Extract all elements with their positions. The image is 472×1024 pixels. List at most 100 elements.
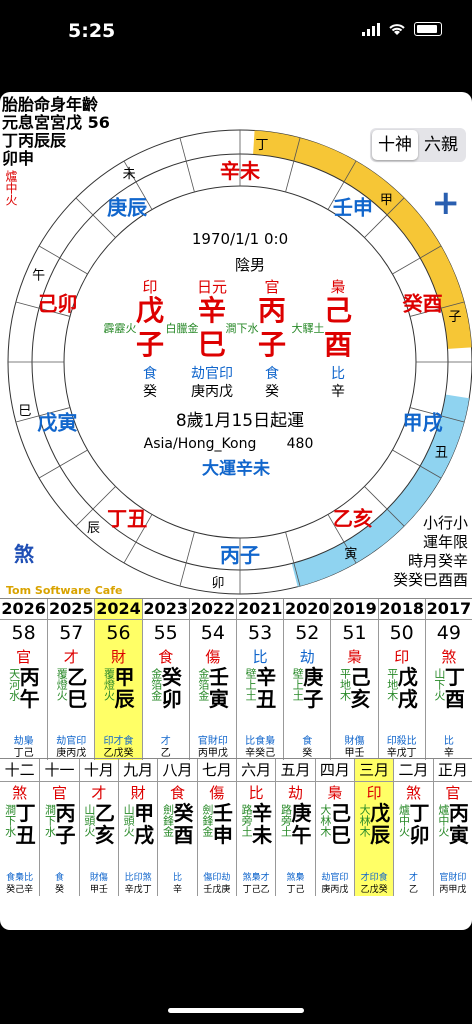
outer-ring-label: 丁 [255,138,268,153]
liunian-column[interactable]: 2023 55 食金箔金癸卯才乙 [141,599,189,760]
year-pillar: 平地木己亥 [331,666,377,736]
mode-segmented-control[interactable]: 十神 六親 [370,128,466,162]
dayun-ring-label: 丁丑 [107,506,147,530]
month-god: 食 [169,784,185,802]
year-god: 財 [110,648,126,666]
year-branch: 亥 [350,687,371,711]
year-pillar: 壁上土庚子 [284,666,330,736]
pillar-hidden-gods: 劫官印 [191,366,233,382]
age-label: 56 [106,622,131,644]
year-hidden-gods: 印才食 [103,736,134,747]
year-hidden-gods: 食 [302,736,313,747]
year-branch: 戌 [397,687,418,711]
month-god: 官 [445,784,461,802]
month-branch: 未 [252,823,273,847]
liuyue-column[interactable]: 正月官爐中火丙寅官財印 丙甲戊 [432,759,472,896]
liunian-column[interactable]: 2020 52 劫壁上土庚子食癸 [283,599,331,760]
age-label: 58 [11,622,36,644]
month-pillar: 路旁土辛未 [237,802,275,872]
month-label: 四月 [315,759,354,782]
year-branch: 寅 [208,687,229,711]
month-god: 官 [51,784,67,802]
liuyue-column[interactable]: 五月劫路旁土庚午煞梟 丁己 [275,759,315,896]
month-god: 劫 [287,784,303,802]
month-branch: 辰 [370,823,391,847]
month-branch: 巳 [330,823,351,847]
dayun-ring-label: 甲戌 [403,410,443,434]
liuyue-column[interactable]: 七月傷劍鋒金壬申傷印劫 壬戊庚 [196,759,236,896]
add-icon[interactable]: + [432,186,461,220]
month-pillar: 劍鋒金癸酉 [158,802,196,872]
home-indicator [168,1008,304,1013]
month-hidden-gods: 才印食 [360,873,388,883]
month-hidden-stems: 癸 [54,885,64,895]
liuyue-column[interactable]: 十月才山頭火乙亥財傷 甲壬 [78,759,118,896]
xiao-l2: 運年限 [422,533,468,551]
month-nayin: 爐中火 [397,804,411,837]
month-hidden-stems: 辛 [172,885,182,895]
month-god: 煞 [12,784,28,802]
liuyue-column[interactable]: 十一官澗下水丙子食癸 [39,759,79,896]
pillar-hidden-gods: 食 [143,365,157,382]
battery-icon [414,22,442,36]
year-label: 2018 [378,599,425,620]
dayun-ring-label: 庚辰 [107,196,148,220]
month-stem: 己 [330,801,351,825]
outer-ring-label: 丑 [435,446,448,461]
month-nayin: 爐中火 [436,804,450,837]
liuyue-column[interactable]: 四月梟大林木己巳劫官印 庚丙戊 [314,759,354,896]
month-label: 七月 [197,759,236,782]
year-god: 才 [63,648,79,666]
year-label: 2024 [95,599,142,620]
year-god: 梟 [346,648,362,666]
month-label: 五月 [276,759,315,782]
month-stem: 乙 [94,801,115,825]
pillar-stem: 丙 [258,294,286,327]
liunian-grid: 2026 58 官天河水丙午劫梟 丁己 2025 57 才覆燈火乙巳劫官印 庚丙戊 2024 56… [0,598,472,760]
pillar-hidden-stems: 癸 [265,384,279,400]
year-pillar: 平地木戊戌 [379,666,425,736]
liunian-column[interactable]: 2024 56 財覆燈火甲辰印才食 乙戊癸 [94,599,142,760]
liuyue-column[interactable]: 三月印大林木戊辰才印食 乙戊癸 [353,759,394,896]
liuyue-column[interactable]: 十二煞澗下水丁丑食梟比 癸己辛 [0,759,40,896]
pillar-branch: 子 [136,328,164,361]
month-pillar: 大林木戊辰 [355,802,393,872]
liunian-column[interactable]: 2025 57 才覆燈火乙巳劫官印 庚丙戊 [47,599,95,760]
month-hidden-stems: 庚丙戊 [321,885,349,895]
segment-liuqin[interactable]: 六親 [418,130,464,160]
info-block: 胎胎命身年齡 元息宮宮戊 56 丁丙辰辰 卯申 爐中火 [2,96,110,207]
liunian-column[interactable]: 2021 53 比壁上土辛丑比食梟 辛癸己 [236,599,284,760]
info-line2a: 元息宮宮戊 [2,113,83,132]
liunian-column[interactable]: 2022 54 傷金箔金壬寅官財印 丙甲戊 [188,599,236,760]
month-nayin: 山頭火 [122,804,136,837]
wifi-icon [389,23,405,35]
year-nayin: 平地木 [385,668,399,701]
status-time: 5:25 [68,20,116,42]
liunian-column[interactable]: 2017 49 煞山下火丁酉比辛 [424,599,472,760]
segment-shishen[interactable]: 十神 [372,130,418,160]
month-nayin: 大林木 [358,804,372,837]
pillar-hidden-stems: 癸 [143,384,157,400]
liuyue-grid: 十二煞澗下水丁丑食梟比 癸己辛 十一官澗下水丙子食癸十月才山頭火乙亥財傷 甲壬 九月財山… [0,758,472,896]
month-nayin: 山頭火 [82,804,96,837]
liuyue-column[interactable]: 八月食劍鋒金癸酉比辛 [157,759,197,896]
pillar-branch: 子 [258,328,286,361]
timezone: Asia/Hong_Kong [144,436,257,452]
month-label: 十二 [0,759,40,782]
year-label: 2020 [284,599,331,620]
pillar-nayin: 霹靂火 [104,322,137,335]
liunian-column[interactable]: 2026 58 官天河水丙午劫梟 丁己 [0,599,48,760]
info-line2: 元息宮宮戊 56 [2,114,110,132]
year-god: 煞 [441,648,457,666]
liuyue-column[interactable]: 二月煞爐中火丁卯才乙 [393,759,433,896]
month-hidden-gods: 比印煞 [124,873,152,883]
month-stem: 辛 [252,801,273,825]
year-hidden-gods: 比食梟 [245,736,276,747]
month-branch: 午 [291,823,312,847]
liuyue-column[interactable]: 六月比路旁土辛未煞梟才 丁己乙 [235,759,276,896]
year-nayin: 壁上土 [291,668,305,701]
liunian-column[interactable]: 2019 51 梟平地木己亥財傷 甲壬 [330,599,378,760]
liunian-column[interactable]: 2018 50 印平地木戊戌印殺比 辛戊丁 [377,599,425,760]
liuyue-column[interactable]: 九月財山頭火甲戌比印煞 辛戊丁 [117,759,158,896]
outer-ring-label: 卯 [212,576,225,591]
